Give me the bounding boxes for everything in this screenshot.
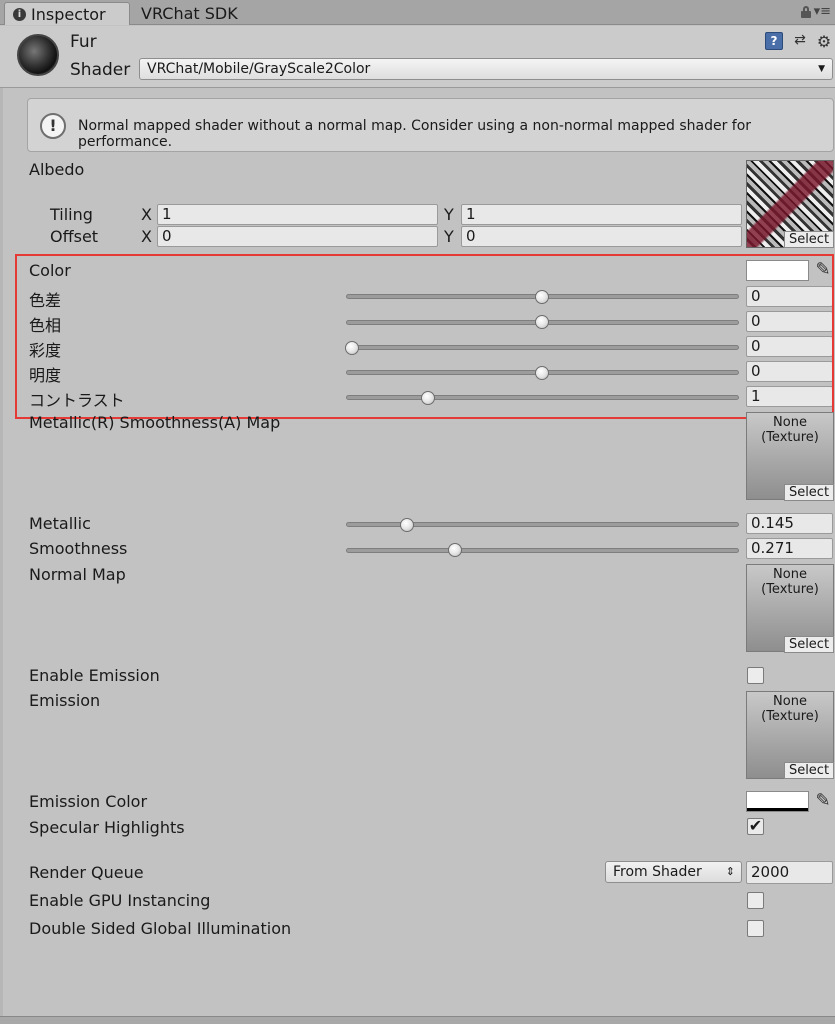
tiling-y-label: Y — [444, 205, 454, 224]
albedo-select-button[interactable]: Select — [784, 231, 834, 248]
shader-dropdown[interactable]: VRChat/Mobile/GrayScale2Color ▼ — [139, 58, 833, 80]
eyedropper-icon[interactable]: ✎ — [813, 791, 833, 811]
render-queue-value-field[interactable]: 2000 — [746, 861, 833, 884]
tab-inspector[interactable]: i Inspector — [4, 2, 130, 25]
albedo-label: Albedo — [29, 160, 85, 179]
tiling-x-label: X — [141, 205, 152, 224]
tab-menu-icon[interactable]: ▾≡ — [814, 4, 831, 19]
normal-map-none-line2: (Texture) — [761, 582, 819, 597]
tab-label: VRChat SDK — [141, 4, 238, 23]
smoothness-value-field[interactable]: 0.271 — [746, 538, 833, 559]
emission-color-label: Emission Color — [29, 792, 148, 811]
preset-icon[interactable]: ⇄ — [792, 32, 808, 50]
shader-label: Shader — [70, 60, 131, 80]
tiling-label: Tiling — [50, 205, 93, 224]
normal-map-select-button[interactable]: Select — [784, 636, 834, 653]
specular-highlights-checkbox[interactable]: ✔ — [747, 818, 764, 835]
metallic-map-none-line2: (Texture) — [761, 430, 819, 445]
smoothness-slider-track[interactable] — [346, 548, 739, 553]
emission-none-line2: (Texture) — [761, 709, 819, 724]
offset-y-label: Y — [444, 227, 454, 246]
emission-label: Emission — [29, 691, 101, 710]
metallic-label: Metallic — [29, 514, 91, 533]
gpu-instancing-label: Enable GPU Instancing — [29, 891, 211, 910]
emission-select-button[interactable]: Select — [784, 762, 834, 779]
offset-y-field[interactable]: 0 — [461, 226, 742, 247]
warning-icon: ! — [40, 113, 66, 139]
enable-emission-checkbox[interactable] — [747, 667, 764, 684]
metallic-map-label: Metallic(R) Smoothness(A) Map — [29, 413, 281, 432]
help-icon[interactable]: ? — [765, 32, 783, 50]
checkmark-icon: ✔ — [748, 816, 763, 835]
info-icon: i — [13, 7, 26, 21]
smoothness-slider-thumb[interactable] — [447, 543, 462, 557]
offset-label: Offset — [50, 227, 99, 246]
gpu-instancing-checkbox[interactable] — [747, 892, 764, 909]
chevron-down-icon: ▼ — [818, 64, 825, 74]
material-name: Fur — [70, 32, 97, 52]
specular-highlights-label: Specular Highlights — [29, 818, 185, 837]
gear-icon[interactable]: ⚙ — [815, 32, 833, 51]
emission-color-swatch[interactable] — [746, 791, 809, 812]
smoothness-label: Smoothness — [29, 539, 128, 558]
double-sided-gi-label: Double Sided Global Illumination — [29, 919, 292, 938]
tiling-x-field[interactable]: 1 — [157, 204, 438, 225]
enable-emission-label: Enable Emission — [29, 666, 160, 685]
render-queue-label: Render Queue — [29, 863, 144, 882]
metallic-value-field[interactable]: 0.145 — [746, 513, 833, 534]
tab-label: Inspector — [31, 4, 106, 24]
normal-map-label: Normal Map — [29, 565, 126, 584]
double-sided-gi-checkbox[interactable] — [747, 920, 764, 937]
offset-x-label: X — [141, 227, 152, 246]
panel-left-edge — [0, 88, 3, 1016]
material-preview-icon — [17, 34, 59, 76]
normal-map-none-line1: None — [773, 567, 807, 582]
tab-vrchat-sdk[interactable]: VRChat SDK — [133, 2, 246, 25]
render-queue-dropdown[interactable]: From Shader ⇕ — [605, 861, 742, 883]
metallic-map-none-line1: None — [773, 415, 807, 430]
metallic-map-select-button[interactable]: Select — [784, 484, 834, 501]
lock-icon[interactable] — [801, 6, 811, 18]
shader-value: VRChat/Mobile/GrayScale2Color — [147, 61, 371, 77]
warning-text: Normal mapped shader without a normal ma… — [78, 118, 752, 150]
highlight-annotation-box — [15, 254, 834, 419]
tiling-y-field[interactable]: 1 — [461, 204, 742, 225]
bottom-scrollbar[interactable] — [0, 1016, 835, 1024]
offset-x-field[interactable]: 0 — [157, 226, 438, 247]
updown-arrow-icon: ⇕ — [725, 865, 735, 878]
metallic-slider-thumb[interactable] — [399, 518, 414, 532]
render-queue-dropdown-value: From Shader — [613, 864, 702, 880]
emission-none-line1: None — [773, 694, 807, 709]
